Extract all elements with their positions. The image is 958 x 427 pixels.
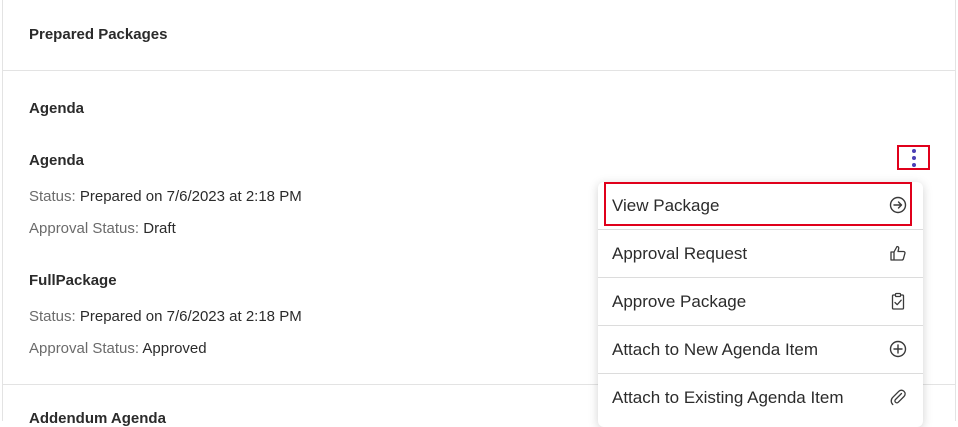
package-approval-status: Approval Status: Approved	[29, 340, 207, 357]
approval-status-value: Approved	[142, 340, 207, 357]
kebab-dot	[911, 155, 916, 160]
kebab-dot	[911, 148, 916, 153]
plus-circle-icon	[889, 340, 907, 358]
arrow-circle-right-icon	[889, 196, 907, 214]
status-value: Prepared on 7/6/2023 at 2:18 PM	[79, 188, 302, 205]
approval-status-value: Draft	[143, 220, 176, 237]
actions-dropdown-menu: View Package Approval Request Approve Pa…	[598, 182, 923, 427]
menu-item-view-package[interactable]: View Package	[598, 182, 923, 230]
thumbs-up-icon	[890, 245, 906, 261]
status-label: Status:	[29, 188, 76, 205]
header-divider	[3, 70, 955, 71]
menu-item-attach-new-agenda-item[interactable]: Attach to New Agenda Item	[598, 326, 923, 374]
approval-status-label: Approval Status:	[29, 220, 140, 237]
menu-item-label: Approval Request	[612, 244, 748, 263]
package-approval-status: Approval Status: Draft	[29, 220, 176, 237]
menu-item-label: View Package	[612, 196, 720, 215]
more-actions-button[interactable]	[897, 145, 930, 170]
clipboard-check-icon	[891, 292, 905, 310]
status-value: Prepared on 7/6/2023 at 2:18 PM	[79, 308, 302, 325]
menu-item-label: Approve Package	[612, 292, 747, 311]
menu-item-attach-existing-agenda-item[interactable]: Attach to Existing Agenda Item	[598, 374, 923, 422]
package-name: Agenda	[29, 152, 85, 169]
section-title-agenda: Agenda	[29, 100, 85, 117]
panel-title: Prepared Packages	[29, 26, 168, 43]
paperclip-icon	[890, 389, 906, 406]
menu-item-label: Attach to Existing Agenda Item	[612, 388, 844, 407]
package-status: Status: Prepared on 7/6/2023 at 2:18 PM	[29, 308, 302, 325]
package-status: Status: Prepared on 7/6/2023 at 2:18 PM	[29, 188, 302, 205]
approval-status-label: Approval Status:	[29, 340, 140, 357]
kebab-dot	[911, 162, 916, 167]
section-title-addendum-agenda: Addendum Agenda	[29, 410, 166, 427]
status-label: Status:	[29, 308, 76, 325]
menu-item-approve-package[interactable]: Approve Package	[598, 278, 923, 326]
menu-item-approval-request[interactable]: Approval Request	[598, 230, 923, 278]
menu-item-label: Attach to New Agenda Item	[612, 340, 819, 359]
package-name: FullPackage	[29, 272, 117, 289]
